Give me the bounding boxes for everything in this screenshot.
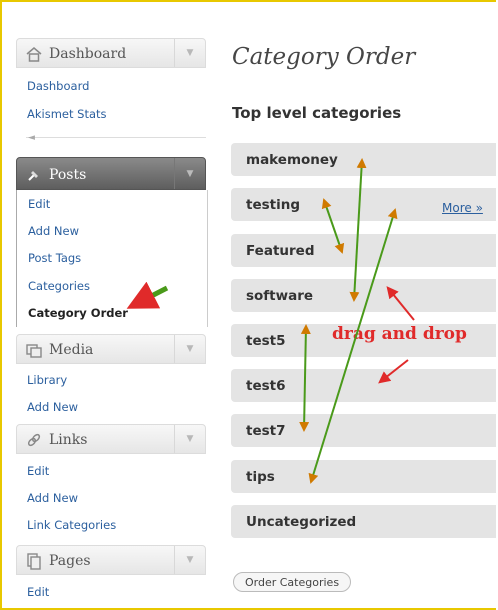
submenu-item-link-categories[interactable]: Link Categories xyxy=(27,518,116,532)
page-title: Category Order xyxy=(232,44,416,70)
menu-posts[interactable]: Posts ▼ xyxy=(16,157,206,190)
pages-icon xyxy=(27,553,41,570)
pages-submenu: Edit xyxy=(16,575,206,605)
category-label: test7 xyxy=(246,423,286,439)
category-row-makemoney[interactable]: makemoney xyxy=(231,143,496,176)
drag-and-drop-annotation: drag and drop xyxy=(332,324,467,344)
submenu-item-add-new[interactable]: Add New xyxy=(28,224,79,238)
menu-pages[interactable]: Pages ▼ xyxy=(16,545,206,575)
separator-handle-icon[interactable]: ◄ xyxy=(28,133,35,143)
submenu-item-add-new[interactable]: Add New xyxy=(27,491,78,505)
posts-submenu: Edit Add New Post Tags Categories Catego… xyxy=(16,190,208,327)
screenshot-frame: Dashboard ▼ Dashboard Akismet Stats ◄ Po… xyxy=(0,0,496,610)
category-row-test7[interactable]: test7 xyxy=(231,414,496,447)
chevron-down-icon[interactable]: ▼ xyxy=(174,546,205,574)
category-label: test5 xyxy=(246,333,286,349)
category-row-software[interactable]: software xyxy=(231,279,496,312)
submenu-item-dashboard[interactable]: Dashboard xyxy=(27,79,89,93)
menu-media-label: Media xyxy=(49,342,94,358)
home-icon xyxy=(26,47,42,62)
more-link[interactable]: More » xyxy=(442,201,483,215)
menu-pages-label: Pages xyxy=(49,553,91,569)
pin-icon xyxy=(28,171,38,181)
menu-separator xyxy=(26,137,206,138)
category-label: makemoney xyxy=(246,152,338,168)
menu-links-label: Links xyxy=(49,432,88,448)
submenu-item-edit[interactable]: Edit xyxy=(27,464,49,478)
submenu-item-category-order[interactable]: Category Order xyxy=(28,306,128,320)
submenu-item-library[interactable]: Library xyxy=(27,373,67,387)
category-label: software xyxy=(246,288,314,304)
category-row-test6[interactable]: test6 xyxy=(231,369,496,402)
chevron-down-icon[interactable]: ▼ xyxy=(174,425,205,453)
media-icon xyxy=(26,344,42,358)
section-heading: Top level categories xyxy=(232,104,402,122)
submenu-item-edit[interactable]: Edit xyxy=(28,197,50,211)
category-row-tips[interactable]: tips xyxy=(231,460,496,493)
chevron-down-icon[interactable]: ▼ xyxy=(174,39,205,67)
menu-dashboard[interactable]: Dashboard ▼ xyxy=(16,38,206,68)
links-submenu: Edit Add New Link Categories xyxy=(16,454,206,540)
submenu-item-akismet-stats[interactable]: Akismet Stats xyxy=(27,107,107,121)
submenu-item-categories[interactable]: Categories xyxy=(28,279,90,293)
category-label: Uncategorized xyxy=(246,514,357,530)
media-submenu: Library Add New xyxy=(16,364,206,422)
menu-dashboard-label: Dashboard xyxy=(49,46,127,62)
chevron-down-icon[interactable]: ▼ xyxy=(174,158,205,189)
category-label: Featured xyxy=(246,243,315,259)
dashboard-submenu: Dashboard Akismet Stats xyxy=(16,68,206,134)
menu-links[interactable]: Links ▼ xyxy=(16,424,206,454)
category-label: tips xyxy=(246,469,275,485)
category-label: testing xyxy=(246,197,300,213)
chevron-down-icon[interactable]: ▼ xyxy=(174,335,205,363)
category-row-uncategorized[interactable]: Uncategorized xyxy=(231,505,496,538)
menu-media[interactable]: Media ▼ xyxy=(16,334,206,364)
submenu-item-edit[interactable]: Edit xyxy=(27,585,49,599)
order-categories-button[interactable]: Order Categories xyxy=(233,572,352,592)
link-icon xyxy=(27,433,41,447)
category-row-featured[interactable]: Featured xyxy=(231,234,496,267)
category-label: test6 xyxy=(246,378,286,394)
menu-posts-label: Posts xyxy=(49,167,87,183)
submenu-item-add-new[interactable]: Add New xyxy=(27,400,78,414)
submenu-item-post-tags[interactable]: Post Tags xyxy=(28,251,81,265)
